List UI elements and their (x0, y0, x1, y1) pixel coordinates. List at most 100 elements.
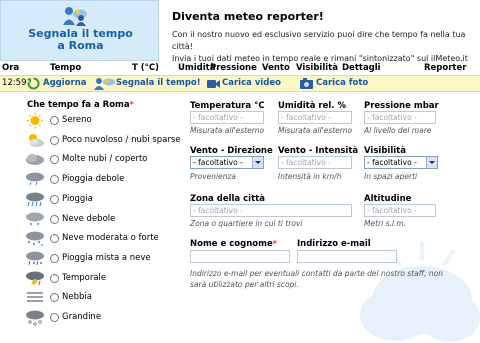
wind-direction-select[interactable]: - facoltativo - (190, 156, 264, 169)
weather-radio[interactable] (50, 155, 59, 165)
weather-radio[interactable] (50, 273, 59, 283)
weather-section-title: Che tempo fa a Roma* (27, 100, 134, 110)
weather-option[interactable]: Neve debole (25, 211, 185, 231)
upload-video-button[interactable]: Carica video (222, 77, 281, 90)
humidity-label: Umidità rel. % (278, 101, 347, 111)
report-weather-banner[interactable]: Segnala il tempo a Roma (0, 0, 159, 61)
weather-option[interactable]: Pioggia mista a neve (25, 250, 185, 270)
wind-intensity-input[interactable]: - facoltativo - (278, 156, 352, 169)
name-input[interactable] (190, 250, 290, 263)
temperature-note: Misurata all'esterno (190, 126, 265, 135)
visibility-label: Visibilità (364, 146, 406, 156)
zone-input[interactable]: - facoltativo - (190, 204, 352, 217)
altitude-label: Altitudine (364, 194, 412, 204)
col-tempo: Tempo (50, 63, 82, 73)
weather-radio[interactable] (50, 234, 59, 244)
col-vento: Vento (262, 63, 290, 73)
col-reporter: Reporter (424, 63, 467, 73)
zone-label: Zona della città (190, 194, 265, 204)
snow-icon (26, 231, 44, 247)
weather-radio[interactable] (50, 194, 59, 204)
chevron-down-icon[interactable] (426, 157, 437, 168)
video-camera-icon[interactable] (206, 77, 221, 90)
fog-icon (27, 292, 43, 303)
current-time: 12:59 (2, 78, 27, 88)
weather-radio[interactable] (50, 313, 59, 322)
weather-option-label: Temporale (62, 272, 107, 283)
observations-header: Ora Tempo T (°C) Umidità Pressione Vento… (0, 62, 480, 75)
weather-option-label: Poco nuvoloso / nubi sparse (62, 134, 181, 145)
sleet-icon (26, 251, 44, 266)
zone-note: Zona o quartiere in cui ti trovi (190, 219, 303, 228)
chevron-down-icon[interactable] (252, 157, 263, 168)
altitude-input[interactable]: - facoltativo - (364, 204, 436, 217)
col-dettagli: Dettagli (342, 63, 381, 73)
weather-option-label: Nebbia (62, 292, 92, 303)
temperature-label: Temperatura °C (190, 101, 265, 111)
toolbar: 12:59 Aggiorna Segnala il tempo! Carica … (0, 75, 480, 92)
weather-radio[interactable] (50, 253, 59, 263)
visibility-select[interactable]: - facoltativo - (364, 156, 438, 169)
wind-direction-label: Vento - Direzione (190, 146, 273, 156)
col-visibilita: Visibilità (296, 63, 338, 73)
wind-direction-note: Provenienza (190, 172, 236, 181)
light-rain-icon (26, 172, 44, 186)
required-mark: * (272, 239, 277, 248)
weather-radio[interactable] (50, 135, 59, 145)
report-weather-button[interactable]: Segnala il tempo! (116, 77, 201, 90)
refresh-button[interactable]: Aggiorna (43, 77, 86, 90)
pressure-input[interactable]: - facoltativo - (364, 111, 436, 124)
altitude-note: Metri s.l.m. (364, 219, 407, 228)
weather-option[interactable]: Poco nuvoloso / nubi sparse (25, 132, 185, 152)
hail-icon (26, 310, 44, 326)
banner-title-line2: a Roma (57, 39, 104, 52)
weather-option-label: Pioggia (62, 193, 93, 204)
sun-icon (27, 112, 43, 129)
weather-option-label: Pioggia mista a neve (62, 252, 151, 263)
sun-cloud-icon (29, 133, 44, 147)
weather-option-label: Pioggia debole (62, 174, 125, 185)
wind-intensity-label: Vento - Intensità (278, 146, 359, 156)
privacy-note: Indirizzo e-mail per eventuali contatti … (190, 269, 443, 289)
weather-option[interactable]: Molte nubi / coperto (25, 151, 185, 171)
weather-option[interactable]: Neve moderata o forte (25, 230, 185, 250)
weather-radio[interactable] (50, 293, 59, 303)
weather-radio[interactable] (50, 175, 59, 185)
weather-radio[interactable] (50, 116, 59, 125)
col-pressione: Pressione (210, 63, 257, 73)
required-mark: * (129, 100, 134, 109)
photo-camera-icon[interactable] (299, 77, 314, 90)
pressure-label: Pressione mbar (364, 101, 439, 111)
humidity-note: Misurata all'esterno (278, 126, 353, 135)
weather-option-label: Grandine (62, 312, 102, 322)
refresh-icon[interactable] (27, 77, 40, 90)
weather-radio[interactable] (50, 214, 59, 224)
cloud-icon (26, 154, 44, 166)
weather-option-label: Molte nubi / coperto (62, 154, 148, 165)
weather-option-label: Neve moderata o forte (62, 233, 159, 244)
reporter-people-icon (63, 7, 87, 26)
email-input[interactable] (297, 250, 397, 263)
col-temp: T (°C) (132, 63, 160, 73)
temperature-input[interactable]: - facoltativo - (190, 111, 264, 124)
thunderstorm-icon (26, 271, 44, 287)
weather-option[interactable]: Nebbia (25, 289, 185, 309)
promo-title: Diventa meteo reporter! (172, 10, 324, 23)
reporter-people-icon[interactable] (94, 77, 116, 90)
weather-option-label: Sereno (62, 115, 92, 125)
rain-icon (26, 192, 44, 206)
upload-photo-button[interactable]: Carica foto (316, 77, 368, 90)
visibility-note: In spazi aperti (364, 172, 418, 181)
weather-option[interactable]: Temporale (25, 270, 185, 290)
weather-option[interactable]: Pioggia (25, 191, 185, 211)
col-ora: Ora (2, 63, 20, 73)
weather-option[interactable]: Pioggia debole (25, 171, 185, 191)
humidity-input[interactable]: - facoltativo - (278, 111, 352, 124)
promo-text: Con il nostro nuovo ed esclusivo servizi… (172, 29, 472, 65)
pressure-note: Al livello del mare (364, 126, 432, 135)
weather-option[interactable]: Sereno (25, 112, 185, 132)
light-snow-icon (26, 212, 44, 225)
promo-line1: Con il nostro nuovo ed esclusivo servizi… (172, 30, 466, 51)
weather-option[interactable]: Grandine (25, 309, 185, 329)
weather-option-label: Neve debole (62, 213, 116, 224)
